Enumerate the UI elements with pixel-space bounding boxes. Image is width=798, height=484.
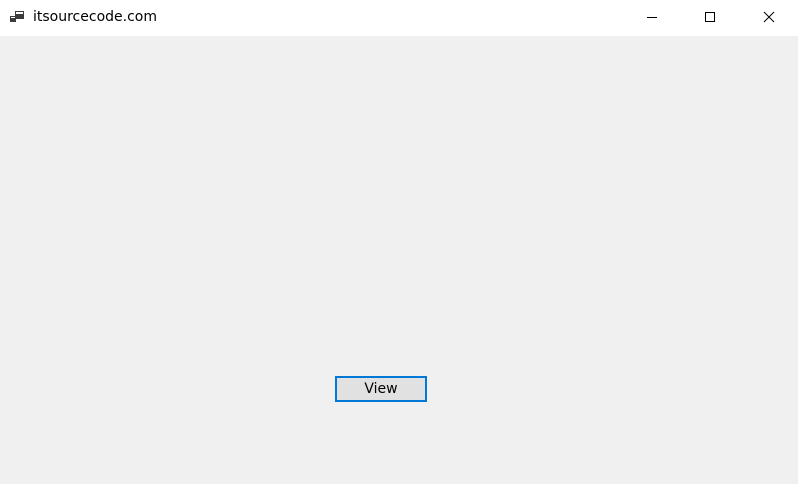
view-button[interactable]: View	[335, 376, 427, 402]
minimize-icon	[646, 8, 658, 27]
minimize-button[interactable]	[629, 0, 675, 35]
application-window: itsourcecode.com View	[0, 0, 798, 484]
form-client-area: View	[0, 36, 798, 484]
maximize-button[interactable]	[687, 0, 733, 35]
window-title: itsourcecode.com	[33, 9, 157, 25]
app-window-icon[interactable]	[10, 10, 26, 24]
close-button[interactable]	[746, 0, 792, 35]
title-bar[interactable]: itsourcecode.com	[0, 0, 798, 36]
close-icon	[763, 8, 775, 27]
maximize-icon	[704, 8, 716, 27]
